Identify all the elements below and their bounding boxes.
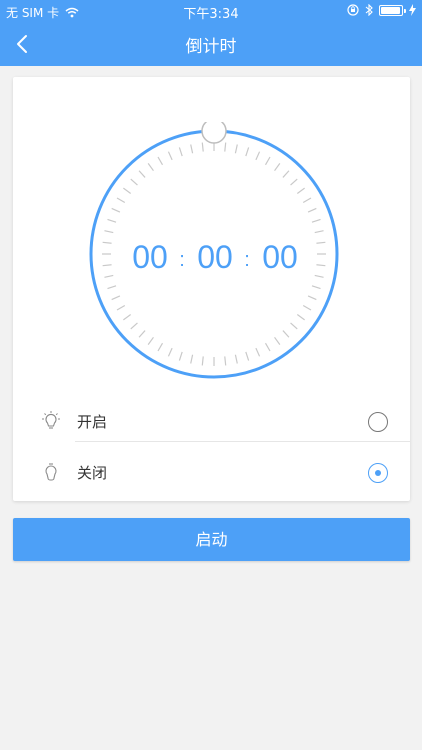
- dial-tick: [167, 347, 173, 357]
- timer-seconds: 00: [262, 239, 298, 275]
- dial-tick: [255, 347, 261, 357]
- dial-tick: [224, 356, 227, 366]
- dial-tick: [234, 354, 238, 364]
- dial-tick: [296, 314, 305, 321]
- dial-tick: [282, 170, 290, 178]
- charging-bolt-icon: [409, 4, 416, 16]
- dial-tick: [290, 322, 298, 330]
- dial-handle[interactable]: [201, 122, 227, 144]
- dial-tick: [116, 304, 126, 311]
- bluetooth-icon: [365, 4, 373, 16]
- dial-tick: [104, 274, 114, 278]
- dial-tick: [147, 163, 154, 172]
- timer-hours: 00: [132, 239, 168, 275]
- dial-tick: [130, 322, 138, 330]
- dial-tick: [255, 151, 261, 161]
- dial-tick: [157, 342, 164, 352]
- light-off-icon: [45, 463, 57, 481]
- dial-tick: [107, 218, 117, 223]
- dial-tick: [311, 218, 321, 223]
- option-off-row[interactable]: 关闭: [13, 448, 410, 498]
- dial-tick: [290, 178, 298, 186]
- dial-tick: [274, 163, 281, 172]
- dial-tick: [245, 351, 250, 361]
- dial-tick: [157, 156, 164, 166]
- dial-tick: [111, 207, 121, 213]
- dial-tick: [314, 274, 324, 278]
- dial-tick: [102, 264, 112, 267]
- timer-separator-2: :: [244, 249, 250, 271]
- option-on-label: 开启: [77, 413, 108, 431]
- page-title: 倒计时: [185, 37, 237, 57]
- option-off-label: 关闭: [77, 464, 108, 482]
- rotation-lock-icon: [347, 4, 359, 16]
- dial-tick: [123, 314, 132, 321]
- dial-tick: [123, 187, 132, 194]
- dial-tick: [224, 142, 227, 152]
- battery-icon: [379, 4, 406, 16]
- nav-bar: 倒计时: [0, 22, 422, 66]
- timer-separator-1: :: [179, 249, 185, 271]
- countdown-dial[interactable]: 00 : 00 : 00: [86, 122, 342, 382]
- dial-tick: [274, 336, 281, 345]
- dial-tick: [190, 144, 194, 154]
- dial-tick: [264, 342, 271, 352]
- dial-tick: [107, 285, 117, 290]
- dial-tick: [167, 151, 173, 161]
- dial-tick: [316, 264, 326, 267]
- option-divider: [75, 441, 410, 442]
- dial-tick: [302, 197, 312, 204]
- dial-tick: [264, 156, 271, 166]
- dial-tick: [178, 147, 183, 157]
- dial-tick: [307, 207, 317, 213]
- dial-tick: [245, 147, 250, 157]
- dial-tick: [130, 178, 138, 186]
- dial-tick: [282, 330, 290, 338]
- option-off-radio[interactable]: [368, 463, 388, 483]
- top-bar: 无 SIM 卡 下午3:34 倒计时: [0, 0, 422, 66]
- light-bulb-icon: [42, 411, 60, 429]
- dial-tick: [201, 356, 204, 366]
- dial-tick: [111, 295, 121, 301]
- option-on-row[interactable]: 开启: [13, 397, 410, 447]
- dial-tick: [147, 336, 154, 345]
- dial-tick: [234, 144, 238, 154]
- dial-tick: [116, 197, 126, 204]
- dial-tick: [138, 330, 146, 338]
- timer-minutes: 00: [197, 239, 233, 275]
- dial-tick: [138, 170, 146, 178]
- dial-tick: [302, 304, 312, 311]
- dial-tick: [296, 187, 305, 194]
- dial-tick: [201, 142, 204, 152]
- dial-tick: [102, 241, 112, 244]
- option-on-radio[interactable]: [368, 412, 388, 432]
- dial-tick: [178, 351, 183, 361]
- dial-tick: [316, 241, 326, 244]
- status-bar: 无 SIM 卡 下午3:34: [0, 0, 422, 22]
- dial-tick: [104, 230, 114, 234]
- dial-tick: [307, 295, 317, 301]
- dial-tick: [190, 354, 194, 364]
- start-button[interactable]: 启动: [13, 518, 410, 561]
- timer-card: 00 : 00 : 00 开启 关闭: [13, 77, 410, 501]
- dial-tick: [314, 230, 324, 234]
- dial-tick: [311, 285, 321, 290]
